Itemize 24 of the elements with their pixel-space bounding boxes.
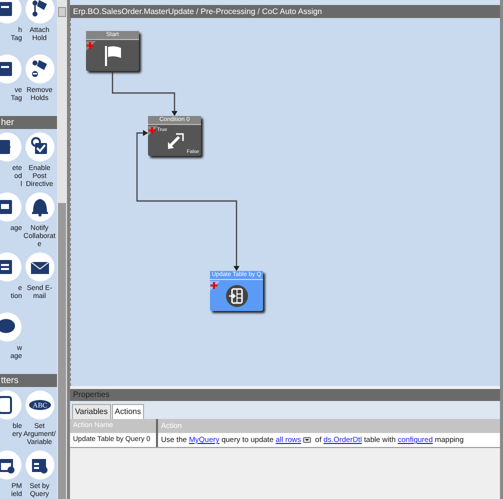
section-header[interactable]: tters: [0, 374, 57, 387]
tab[interactable]: Actions: [112, 404, 144, 419]
dropdown-icon[interactable]: [303, 437, 312, 444]
document-icon[interactable]: [0, 252, 22, 282]
scrollbar[interactable]: [57, 0, 67, 499]
flag-icon: [102, 44, 124, 68]
tab[interactable]: Variables: [72, 404, 111, 419]
panel-title: Properties: [70, 389, 500, 401]
connector-arrow: [112, 72, 178, 116]
section-header[interactable]: her: [0, 116, 57, 129]
document-icon[interactable]: [0, 192, 22, 222]
bell-icon[interactable]: [24, 192, 54, 222]
add-icon[interactable]: [210, 281, 220, 291]
tag-icon[interactable]: [24, 54, 54, 84]
document-icon[interactable]: [0, 390, 22, 420]
document-icon[interactable]: [0, 132, 22, 162]
tag-icon[interactable]: [24, 0, 54, 24]
document-icon[interactable]: [0, 0, 22, 24]
workflow-title: Erp.BO.SalesOrder.MasterUpdate / Pre-Processing / CoC Auto Assign: [70, 5, 500, 18]
table-import-icon: [226, 284, 248, 308]
envelope-icon[interactable]: [24, 252, 54, 282]
document-icon[interactable]: [0, 54, 22, 84]
checkbox-icon[interactable]: [24, 132, 54, 162]
speech-bubble-icon[interactable]: [0, 312, 22, 342]
